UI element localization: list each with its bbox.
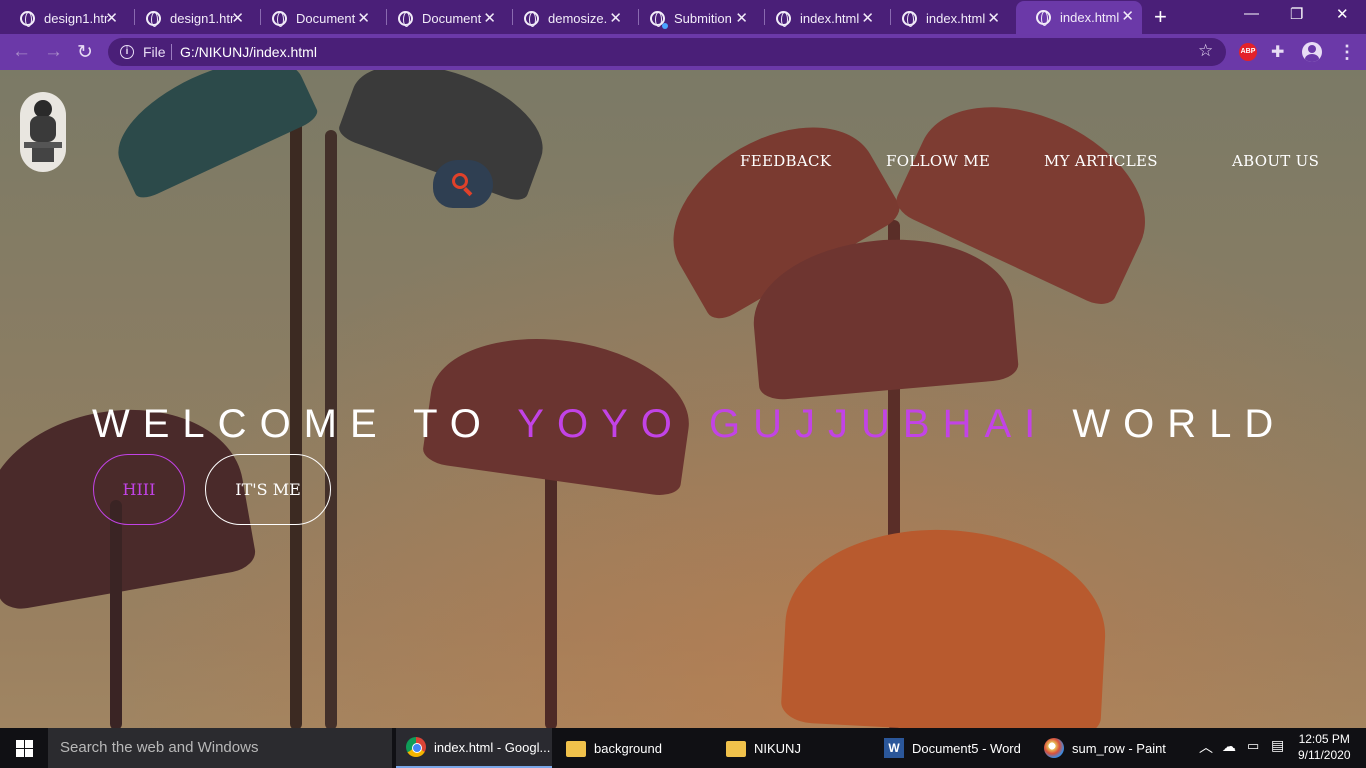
battery-icon[interactable]: ▭: [1247, 738, 1259, 754]
close-icon[interactable]: ✕: [105, 9, 118, 27]
taskbar: Search the web and Windows index.html - …: [0, 728, 1366, 768]
globe-icon: [524, 11, 539, 27]
browser-tab[interactable]: design1.html ✕: [126, 3, 252, 34]
info-icon[interactable]: i: [120, 45, 134, 59]
globe-icon: [272, 11, 287, 27]
page-viewport: FEEDBACK FOLLOW ME MY ARTICLES ABOUT US …: [0, 70, 1366, 728]
onedrive-cloud-icon[interactable]: ☁: [1222, 738, 1236, 755]
search-button[interactable]: [433, 160, 493, 208]
nav-follow-me[interactable]: FOLLOW ME: [886, 152, 990, 170]
tab-title: index.html: [926, 11, 986, 26]
adblock-icon[interactable]: ABP: [1239, 43, 1257, 61]
taskbar-app-chrome[interactable]: index.html - Googl...: [396, 728, 552, 768]
chrome-icon: [406, 737, 426, 757]
back-button[interactable]: ←: [12, 41, 31, 63]
extensions-icon[interactable]: ✚: [1271, 42, 1284, 62]
taskbar-app-nikunj-folder[interactable]: NIKUNJ: [716, 728, 866, 768]
taskbar-app-word[interactable]: W Document5 - Word: [876, 728, 1032, 768]
globe-icon: [20, 11, 35, 27]
folder-icon: [566, 741, 586, 757]
headline-part2: WORLD: [1072, 402, 1287, 446]
browser-tab[interactable]: demosize.html ✕: [504, 3, 630, 34]
taskbar-app-label: Document5 - Word: [912, 740, 1021, 756]
browser-tab[interactable]: index.html ✕: [756, 3, 882, 34]
activity-dot: [662, 23, 668, 29]
browser-tab[interactable]: Document ✕: [252, 3, 378, 34]
close-icon[interactable]: ✕: [1121, 7, 1134, 25]
nav-feedback[interactable]: FEEDBACK: [740, 152, 831, 170]
globe-icon: [902, 11, 917, 27]
folder-icon: [726, 741, 746, 757]
close-icon[interactable]: ✕: [483, 9, 496, 27]
forward-button[interactable]: →: [44, 41, 63, 63]
close-icon[interactable]: ✕: [861, 9, 874, 27]
browser-tab[interactable]: index.html ✕: [882, 3, 1008, 34]
hiii-button[interactable]: HIII: [93, 454, 185, 525]
close-icon[interactable]: ✕: [609, 9, 622, 27]
clock-time: 12:05 PM: [1298, 732, 1350, 746]
notification-icon[interactable]: ▤: [1271, 737, 1284, 754]
omnibox[interactable]: i File G:/NIKUNJ/index.html ☆: [108, 38, 1226, 66]
close-icon[interactable]: ✕: [987, 9, 1000, 27]
close-icon[interactable]: ✕: [357, 9, 370, 27]
windows-start-icon[interactable]: [16, 740, 33, 757]
browser-tab[interactable]: Document ✕: [378, 3, 504, 34]
taskbar-app-label: background: [594, 740, 662, 756]
nav-my-articles[interactable]: MY ARTICLES: [1044, 152, 1158, 170]
taskbar-app-label: index.html - Googl...: [434, 739, 551, 755]
url-divider: [171, 44, 172, 60]
close-icon[interactable]: ✕: [231, 9, 244, 27]
tray-overflow-chevron-icon[interactable]: ︿: [1199, 737, 1213, 757]
headline-highlight: YOYO GUJJUBHAI: [517, 402, 1049, 446]
hero-headline: WELCOME TO YOYO GUJJUBHAI WORLD: [92, 402, 1286, 447]
address-toolbar: ← → ↻ i File G:/NIKUNJ/index.html ☆ ABP …: [0, 34, 1366, 70]
taskbar-clock[interactable]: 12:05 PM 9/11/2020: [1298, 731, 1351, 763]
avatar[interactable]: [20, 92, 66, 172]
taskbar-app-background-folder[interactable]: background: [556, 728, 706, 768]
tab-title: design1.html: [170, 11, 234, 26]
nav-about-us[interactable]: ABOUT US: [1232, 152, 1319, 170]
globe-icon: [146, 11, 161, 27]
browser-tab[interactable]: design1.html ✕: [0, 3, 126, 34]
scheme-label: File: [143, 44, 166, 60]
search-icon: [452, 173, 468, 189]
tab-title: index.html: [1060, 10, 1120, 25]
globe-icon: [1036, 10, 1051, 26]
tab-title: Document: [422, 11, 482, 26]
taskbar-search-input[interactable]: Search the web and Windows: [48, 728, 392, 768]
palm-trunk: [110, 500, 122, 728]
tab-title: index.html: [800, 11, 860, 26]
word-icon: W: [884, 738, 904, 758]
new-tab-button[interactable]: +: [1154, 4, 1167, 30]
tab-title: Document: [296, 11, 356, 26]
url-text[interactable]: G:/NIKUNJ/index.html: [180, 44, 317, 60]
clock-date: 9/11/2020: [1298, 748, 1351, 762]
taskbar-app-label: sum_row - Paint: [1072, 740, 1166, 756]
bookmark-star-icon[interactable]: ☆: [1198, 41, 1213, 61]
tab-title: Submition C: [674, 11, 736, 26]
close-icon[interactable]: ✕: [735, 9, 748, 27]
globe-icon: [398, 11, 413, 27]
kebab-menu-icon[interactable]: ⋮: [1338, 42, 1356, 63]
browser-tab-active[interactable]: index.html ✕: [1016, 1, 1142, 34]
profile-icon[interactable]: [1302, 42, 1322, 62]
taskbar-app-label: NIKUNJ: [754, 740, 801, 756]
taskbar-app-paint[interactable]: sum_row - Paint: [1036, 728, 1186, 768]
close-window-icon[interactable]: ✕: [1336, 5, 1349, 23]
browser-tab[interactable]: Submition C ✕: [630, 3, 756, 34]
restore-icon[interactable]: ❐: [1290, 5, 1303, 23]
globe-icon: [776, 11, 791, 27]
tab-title: design1.html: [44, 11, 108, 26]
headline-part1: WELCOME TO: [92, 402, 494, 446]
its-me-button[interactable]: IT'S ME: [205, 454, 331, 525]
reload-button[interactable]: ↻: [77, 41, 93, 64]
minimize-icon[interactable]: —: [1244, 5, 1259, 22]
browser-tab-strip: design1.html ✕ design1.html ✕ Document ✕…: [0, 0, 1366, 34]
paint-icon: [1044, 738, 1064, 758]
tab-title: demosize.html: [548, 11, 608, 26]
